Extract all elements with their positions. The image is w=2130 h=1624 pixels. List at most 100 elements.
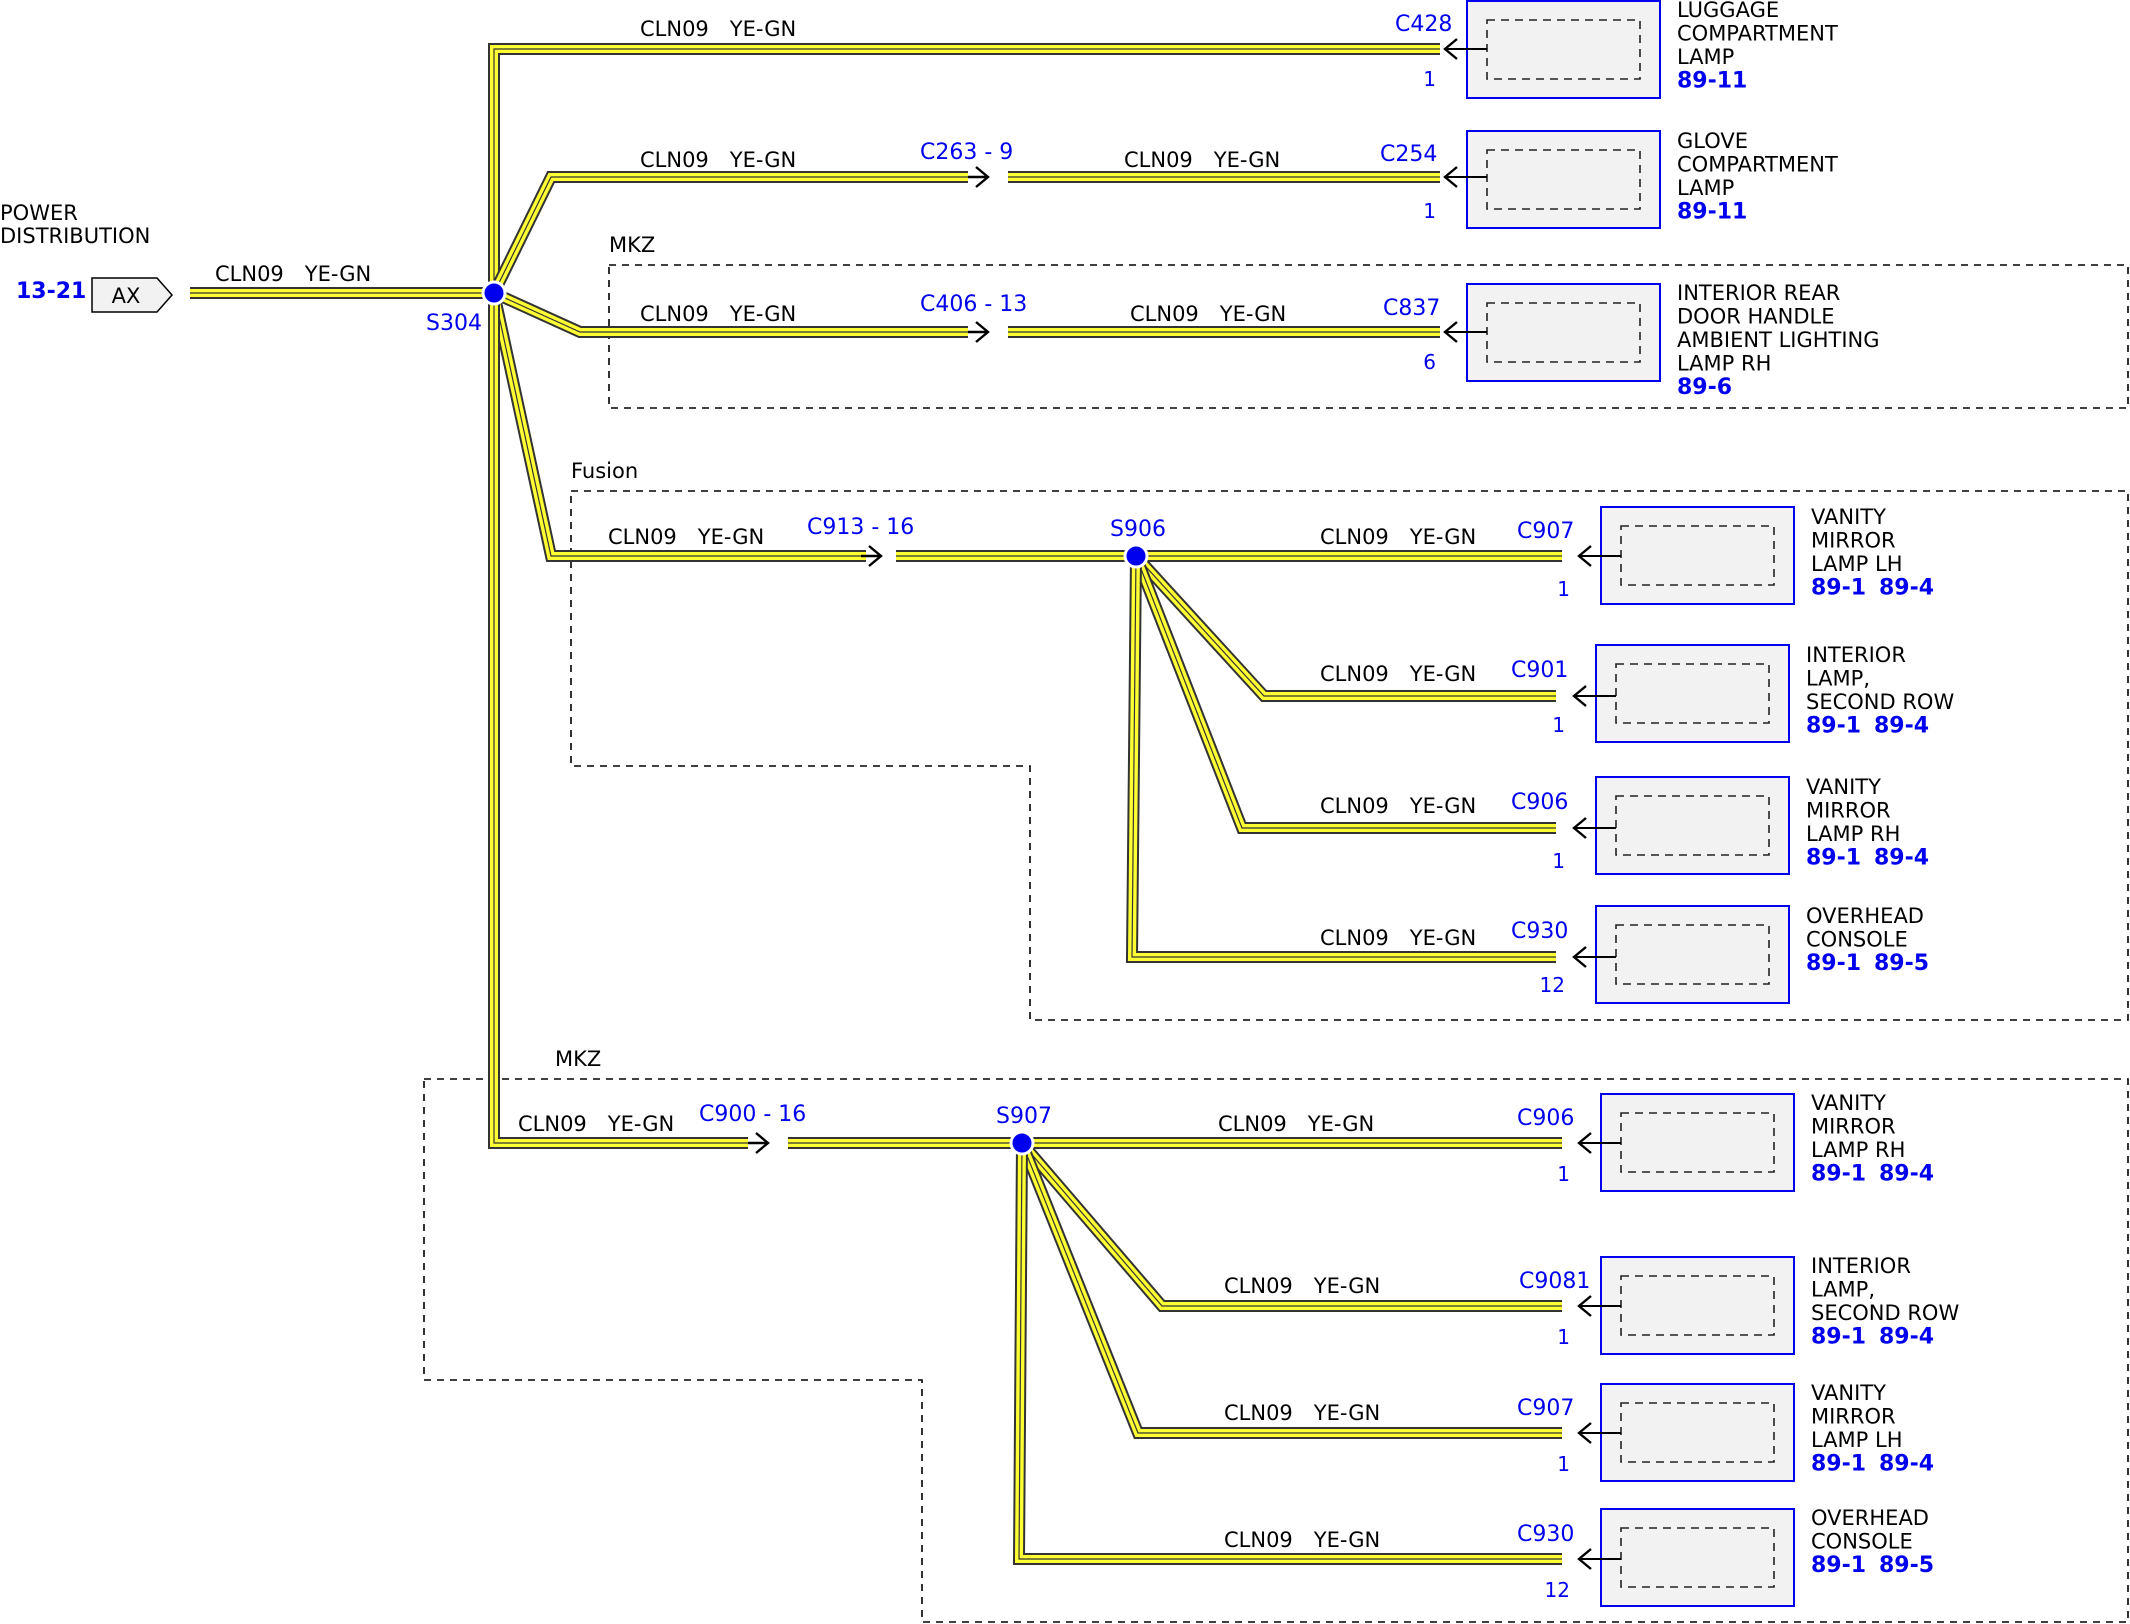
wire-label: CLN09 YE-GN	[640, 17, 796, 41]
component-ref-link[interactable]: 89-5	[1874, 951, 1929, 976]
component-name-line: COMPARTMENT	[1677, 153, 1838, 177]
component-box[interactable]	[1466, 130, 1661, 229]
component-c930[interactable]: C930 12 OVERHEADCONSOLE89-1 89-5	[1517, 1506, 1934, 1607]
component-box[interactable]	[1600, 1508, 1795, 1607]
wire-s304-to-c263[interactable]	[488, 171, 968, 296]
component-pin-number: 1	[1557, 1452, 1570, 1476]
component-name-line: MIRROR	[1811, 529, 1896, 553]
component-connector-label: C930	[1517, 1522, 1574, 1547]
component-c428[interactable]: C428 1 LUGGAGECOMPARTMENTLAMP89-11	[1395, 0, 1838, 99]
component-c907[interactable]: C907 1 VANITYMIRRORLAMP LH89-1 89-4	[1517, 505, 1934, 605]
component-pin-number: 6	[1423, 350, 1436, 374]
component-connector-label: C907	[1517, 519, 1574, 544]
component-name-line: LAMP,	[1811, 1278, 1875, 1302]
component-box[interactable]	[1466, 0, 1661, 99]
component-pin-number: 1	[1423, 199, 1436, 223]
component-c9081[interactable]: C9081 1 INTERIORLAMP,SECOND ROW89-1 89-4	[1519, 1254, 1959, 1355]
component-box[interactable]	[1600, 1383, 1795, 1482]
component-ref-link[interactable]: 89-1	[1811, 1325, 1866, 1350]
component-ref-link[interactable]: 89-4	[1879, 1162, 1934, 1187]
inline-connector-c900-label[interactable]: C900 - 16	[699, 1102, 806, 1127]
component-ref-link[interactable]: 89-6	[1677, 375, 1732, 400]
component-connector-label: C9081	[1519, 1269, 1590, 1294]
splice-s907-dot[interactable]	[1009, 1130, 1035, 1156]
component-connector-label: C837	[1383, 296, 1440, 321]
wiring-diagram: POWER DISTRIBUTION 13-21 AX S304 S906 S9…	[0, 0, 2129, 1623]
component-name-line: LAMP LH	[1811, 552, 1903, 576]
component-ref-link[interactable]: 89-5	[1879, 1553, 1934, 1578]
component-name-line: SECOND ROW	[1811, 1301, 1959, 1325]
component-name-line: INTERIOR REAR	[1677, 281, 1840, 305]
component-pin-number: 12	[1545, 1578, 1570, 1602]
splices: S304 S906 S907	[426, 280, 1166, 1156]
component-name-line: MIRROR	[1811, 1115, 1896, 1139]
component-name-line: MIRROR	[1806, 799, 1891, 823]
component-box[interactable]	[1600, 506, 1795, 605]
component-c930[interactable]: C930 12 OVERHEADCONSOLE89-1 89-5	[1511, 904, 1929, 1004]
component-ref-link[interactable]: 89-4	[1879, 576, 1934, 601]
component-ref-link[interactable]: 89-4	[1874, 714, 1929, 739]
component-ref-link[interactable]: 89-1	[1811, 1553, 1866, 1578]
inline-connector-c406-label[interactable]: C406 - 13	[920, 292, 1027, 317]
component-name-line: OVERHEAD	[1811, 1506, 1929, 1530]
component-name-line: INTERIOR	[1811, 1254, 1911, 1278]
component-c837[interactable]: C837 6 INTERIOR REARDOOR HANDLEAMBIENT LIG…	[1383, 281, 1880, 400]
inline-connector-c263-label[interactable]: C263 - 9	[920, 140, 1013, 165]
component-box[interactable]	[1466, 283, 1661, 382]
component-ref-link[interactable]: 89-1	[1811, 1452, 1866, 1477]
splice-s906-label: S906	[1110, 517, 1166, 542]
component-connector-label: C907	[1517, 1396, 1574, 1421]
wire-label: CLN09 YE-GN	[1224, 1401, 1380, 1425]
option-group-mkz-top-label: MKZ	[609, 233, 655, 257]
component-c906[interactable]: C906 1 VANITYMIRRORLAMP RH89-1 89-4	[1511, 775, 1929, 875]
component-ref-link[interactable]: 89-11	[1677, 200, 1747, 225]
component-name-line: DOOR HANDLE	[1677, 305, 1835, 329]
wire-label: CLN09 YE-GN	[1130, 302, 1286, 326]
component-box[interactable]	[1600, 1256, 1795, 1355]
component-c254[interactable]: C254 1 GLOVECOMPARTMENTLAMP89-11	[1380, 129, 1838, 229]
wire-label: CLN09 YE-GN	[518, 1112, 674, 1136]
component-name-line: VANITY	[1811, 1381, 1886, 1405]
component-name-line: LAMP RH	[1677, 352, 1771, 376]
power-distribution-source: POWER DISTRIBUTION 13-21 AX	[0, 201, 174, 313]
wire-label: CLN09 YE-GN	[1320, 926, 1476, 950]
wire-s304-to-c900[interactable]	[488, 293, 748, 1149]
component-name-line: VANITY	[1811, 1091, 1886, 1115]
wire-label: CLN09 YE-GN	[1218, 1112, 1374, 1136]
component-name-line: SECOND ROW	[1806, 690, 1954, 714]
component-c901[interactable]: C901 1 INTERIORLAMP,SECOND ROW89-1 89-4	[1511, 643, 1954, 743]
option-group-mkz-bottom-label: MKZ	[555, 1047, 601, 1071]
component-name-line: CONSOLE	[1811, 1530, 1913, 1554]
component-c906[interactable]: C906 1 VANITYMIRRORLAMP RH89-1 89-4	[1517, 1091, 1934, 1192]
component-ref-link[interactable]: 89-1	[1811, 576, 1866, 601]
component-ref-link[interactable]: 89-1	[1811, 1162, 1866, 1187]
splice-s906-dot[interactable]	[1123, 543, 1149, 569]
component-box[interactable]	[1595, 776, 1790, 875]
wire-label: CLN09 YE-GN	[1224, 1274, 1380, 1298]
component-c907[interactable]: C907 1 VANITYMIRRORLAMP LH89-1 89-4	[1517, 1381, 1934, 1482]
component-name-line: LAMP LH	[1811, 1428, 1903, 1452]
ax-connector-label: AX	[112, 284, 141, 308]
component-ref-link[interactable]: 89-4	[1879, 1325, 1934, 1350]
component-name-line: AMBIENT LIGHTING	[1677, 328, 1880, 352]
component-box[interactable]	[1595, 905, 1790, 1004]
component-box[interactable]	[1600, 1093, 1795, 1192]
wire-label: CLN09 YE-GN	[640, 302, 796, 326]
splice-s304-dot[interactable]	[481, 280, 507, 306]
component-name-line: VANITY	[1806, 775, 1881, 799]
component-ref-link[interactable]: 89-1	[1806, 951, 1861, 976]
component-ref-link[interactable]: 89-4	[1874, 846, 1929, 871]
component-ref-link[interactable]: 89-11	[1677, 69, 1747, 94]
component-connector-label: C906	[1517, 1106, 1574, 1131]
component-box[interactable]	[1595, 644, 1790, 743]
component-ref-link[interactable]: 89-1	[1806, 714, 1861, 739]
component-name-line: INTERIOR	[1806, 643, 1906, 667]
component-name-line: LAMP RH	[1806, 822, 1900, 846]
power-distribution-ref[interactable]: 13-21	[16, 279, 86, 304]
component-connector-label: C428	[1395, 12, 1452, 37]
wire-label: CLN09 YE-GN	[1320, 794, 1476, 818]
component-pin-number: 1	[1557, 577, 1570, 601]
component-ref-link[interactable]: 89-1	[1806, 846, 1861, 871]
component-ref-link[interactable]: 89-4	[1879, 1452, 1934, 1477]
inline-connector-c913-label[interactable]: C913 - 16	[807, 515, 914, 540]
